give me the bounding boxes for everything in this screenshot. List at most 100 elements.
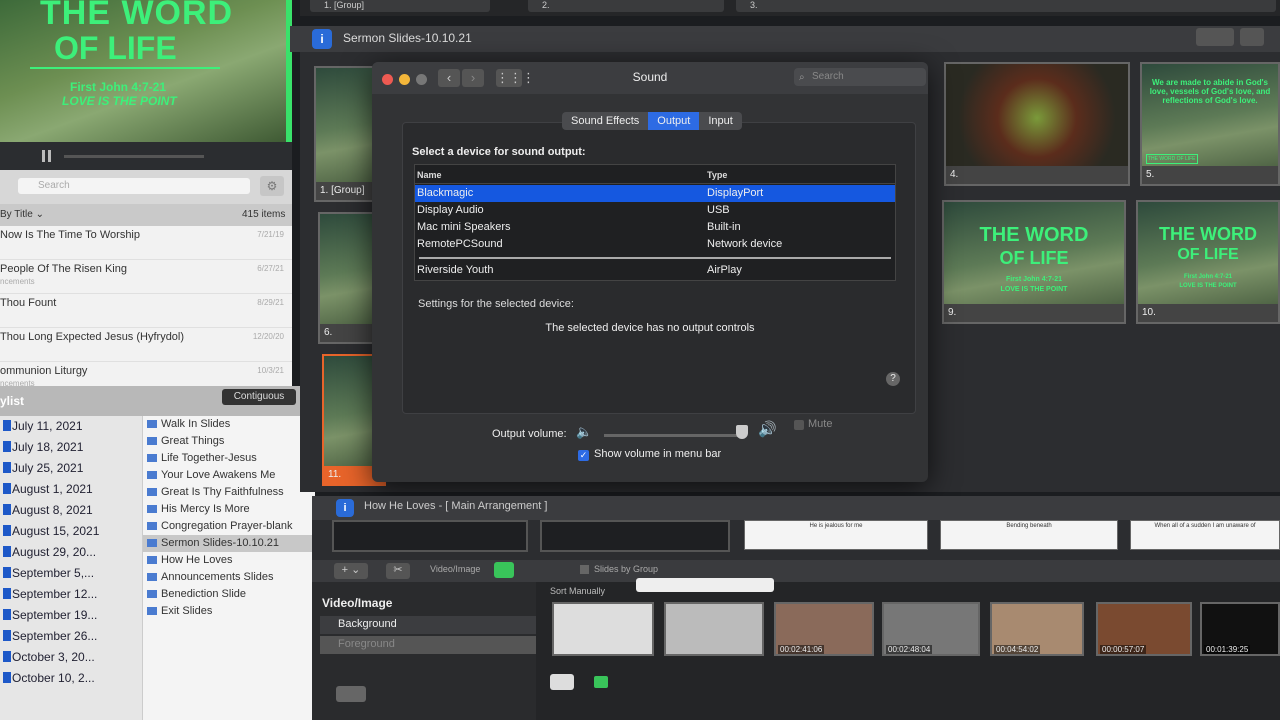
device-name: Mac mini Speakers — [417, 221, 511, 233]
slide-thumbnail[interactable]: THE WORD OF LIFE First John 4:7-21 LOVE … — [1136, 200, 1280, 324]
playlist-date-item[interactable]: July 25, 2021 — [0, 458, 142, 479]
video-image-toggle[interactable] — [494, 562, 514, 578]
contiguous-button[interactable]: Contiguous — [222, 389, 296, 405]
group-tab[interactable]: 3. — [736, 0, 1276, 12]
playlist-date-item[interactable]: July 18, 2021 — [0, 437, 142, 458]
slide-thumbnail[interactable]: We are made to abide in God's love, vess… — [1140, 62, 1280, 186]
playlist-item[interactable]: Great Is Thy Faithfulness — [143, 484, 315, 501]
playlist-item[interactable]: Sermon Slides-10.10.21 — [143, 535, 315, 552]
clock-icon[interactable] — [1196, 28, 1234, 46]
playlist-item[interactable]: His Mercy Is More — [143, 501, 315, 518]
playlist-item[interactable]: Benediction Slide — [143, 586, 315, 603]
playlist-item[interactable]: Your Love Awakens Me — [143, 467, 315, 484]
playlist-date-item[interactable]: July 11, 2021 — [0, 416, 142, 437]
sort-manually-dropdown[interactable]: Sort Manually — [550, 586, 605, 596]
volume-slider-thumb[interactable] — [736, 425, 748, 439]
playlist-date-item[interactable]: September 5,... — [0, 563, 142, 584]
tab-output[interactable]: Output — [648, 112, 700, 130]
playlist-item[interactable]: Walk In Slides — [143, 416, 315, 433]
media-thumbnail[interactable] — [552, 602, 654, 656]
playlist-item[interactable]: How He Loves — [143, 552, 315, 569]
media-thumbnail[interactable] — [664, 602, 764, 656]
media-thumbnail[interactable]: 00:02:48:04 — [882, 602, 980, 656]
media-thumbnail[interactable]: 00:02:41:06 — [774, 602, 874, 656]
scissors-icon[interactable]: ✂ — [386, 563, 410, 579]
slide-thumbnail[interactable]: THE WORD OF LIFE First John 4:7-21 LOVE … — [942, 200, 1126, 324]
playlist-date-item[interactable]: September 19... — [0, 605, 142, 626]
lyric-slide-thumbnail[interactable]: Bending beneath — [940, 520, 1118, 550]
device-name: RemotePCSound — [417, 238, 503, 250]
library-search-input[interactable]: Search — [18, 178, 250, 194]
slide-thumbnail[interactable] — [540, 520, 730, 552]
playlist-folder-icon — [3, 630, 11, 641]
playlist-date-item[interactable]: September 26... — [0, 626, 142, 647]
media-duration: 00:01:39:25 — [1204, 645, 1251, 654]
table-row[interactable]: Riverside Youth AirPlay — [415, 262, 895, 279]
mute-checkbox[interactable] — [794, 420, 804, 430]
media-thumbnail[interactable]: 00:01:39:25 — [1200, 602, 1280, 656]
media-search-input[interactable] — [636, 578, 774, 592]
table-row[interactable]: Mac mini Speakers Built-in — [415, 219, 895, 236]
lyric-slide-thumbnail[interactable]: He is jealous for me — [744, 520, 928, 550]
list-item[interactable]: Thou Fount 8/29/21 — [0, 294, 292, 328]
add-category-button[interactable] — [336, 686, 366, 702]
pause-icon[interactable] — [42, 150, 45, 162]
media-action-button[interactable] — [550, 674, 574, 690]
table-header: Name Type — [415, 165, 895, 184]
table-row[interactable]: Blackmagic DisplayPort — [415, 185, 895, 202]
playlist-date-item[interactable]: August 29, 20... — [0, 542, 142, 563]
list-item[interactable]: People Of The Risen King ncements 6/27/21 — [0, 260, 292, 294]
gear-icon[interactable]: ⚙ — [260, 176, 284, 196]
slide-thumbnail[interactable] — [332, 520, 528, 552]
media-thumbnail[interactable]: 00:00:57:07 — [1096, 602, 1192, 656]
slide-subtitle: LOVE IS THE POINT — [1179, 283, 1237, 289]
table-row[interactable]: RemotePCSound Network device — [415, 236, 895, 253]
tab-sound-effects[interactable]: Sound Effects — [562, 112, 648, 130]
sort-dropdown[interactable]: By Title ⌄ — [0, 209, 44, 220]
slide-thumbnail[interactable]: 4. — [944, 62, 1130, 186]
output-volume-slider[interactable] — [604, 434, 744, 437]
playlist-date-item[interactable]: August 8, 2021 — [0, 500, 142, 521]
song-list: Now Is The Time To Worship 7/21/19 People… — [0, 226, 292, 386]
search-icon: ⌕ — [799, 72, 805, 83]
slide-label: 4. — [946, 166, 1128, 184]
playlist-item[interactable]: Exit Slides — [143, 603, 315, 620]
table-row[interactable]: Display Audio USB — [415, 202, 895, 219]
help-button[interactable]: ? — [886, 372, 900, 386]
preferences-search-input[interactable]: ⌕ Search — [794, 68, 926, 86]
layer-background[interactable]: Background — [320, 616, 536, 634]
playlist-date-item[interactable]: October 3, 20... — [0, 647, 142, 668]
column-type[interactable]: Type — [707, 170, 727, 180]
slides-by-group-checkbox[interactable] — [580, 565, 589, 574]
layer-foreground[interactable]: Foreground — [320, 636, 536, 654]
list-item[interactable]: Thou Long Expected Jesus (Hyfrydol) 12/20… — [0, 328, 292, 362]
column-name[interactable]: Name — [417, 170, 442, 180]
group-tab[interactable]: 2. — [528, 0, 724, 12]
group-tab-strip: 1. [Group] 2. 3. — [300, 0, 1280, 16]
grid-view-icon[interactable] — [1240, 28, 1264, 46]
playlist-date-item[interactable]: August 15, 2021 — [0, 521, 142, 542]
media-thumbnail[interactable]: 00:04:54:02 — [990, 602, 1084, 656]
playlist-date-item[interactable]: October 10, 2... — [0, 668, 142, 689]
list-item[interactable]: ommunion Liturgy ncements 10/3/21 — [0, 362, 292, 386]
transport-scrubber[interactable] — [64, 155, 204, 158]
device-type: Built-in — [707, 221, 741, 233]
group-tab[interactable]: 1. [Group] — [310, 0, 490, 12]
playlist-date-item[interactable]: September 12... — [0, 584, 142, 605]
playlist-item[interactable]: Announcements Slides — [143, 569, 315, 586]
lyric-slide-thumbnail[interactable]: When all of a sudden I am unaware of — [1130, 520, 1280, 550]
playlist-date-label: July 25, 2021 — [12, 461, 84, 475]
add-media-button[interactable]: + ⌄ — [334, 563, 368, 579]
info-icon[interactable]: i — [312, 29, 332, 49]
playlist-item[interactable]: Life Together-Jesus — [143, 450, 315, 467]
show-volume-checkbox[interactable]: ✓ — [578, 450, 589, 461]
tab-input[interactable]: Input — [699, 112, 741, 130]
playlist-date-label: September 19... — [12, 608, 98, 622]
playlist-date-item[interactable]: August 1, 2021 — [0, 479, 142, 500]
list-item[interactable]: Now Is The Time To Worship 7/21/19 — [0, 226, 292, 260]
media-green-toggle[interactable] — [594, 676, 608, 688]
playlist-item[interactable]: Great Things — [143, 433, 315, 450]
song-title: Thou Long Expected Jesus (Hyfrydol) — [0, 331, 185, 343]
playlist-item[interactable]: Congregation Prayer-blank — [143, 518, 315, 535]
info-icon[interactable]: i — [336, 499, 354, 517]
